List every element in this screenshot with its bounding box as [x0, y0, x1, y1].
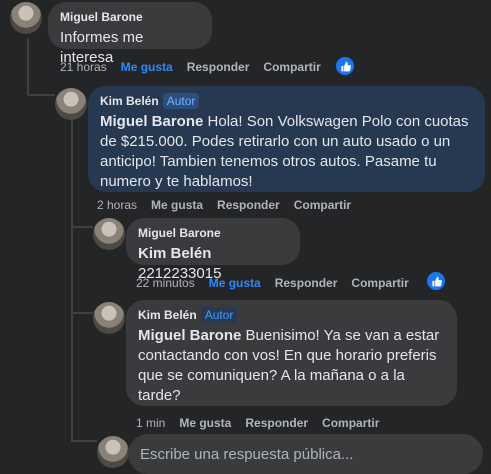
share-button[interactable]: Compartir: [351, 276, 408, 290]
comment-time[interactable]: 1 min: [136, 416, 165, 430]
comment-bubble: Kim Belén Autor Miguel Barone Buenisimo! …: [126, 300, 457, 406]
reaction-badge[interactable]: [334, 55, 356, 77]
comment-time[interactable]: 22 minutos: [136, 276, 195, 290]
share-button[interactable]: Compartir: [322, 416, 379, 430]
comment-actions: 22 minutos Me gusta Responder Compartir: [136, 276, 423, 290]
like-button[interactable]: Me gusta: [151, 198, 203, 212]
mention-link[interactable]: Miguel Barone: [138, 327, 241, 344]
mention-link[interactable]: Kim Belén: [138, 245, 211, 262]
comment-time[interactable]: 21 horas: [60, 60, 107, 74]
comment-author[interactable]: Miguel Barone: [138, 226, 221, 240]
reaction-badge[interactable]: [425, 270, 447, 292]
avatar[interactable]: [10, 2, 42, 34]
reply-button[interactable]: Responder: [245, 416, 308, 430]
thumbs-up-icon: [431, 276, 442, 286]
mention-link[interactable]: Miguel Barone: [100, 113, 203, 130]
reply-button[interactable]: Responder: [217, 198, 280, 212]
comment-actions: 1 min Me gusta Responder Compartir: [136, 416, 393, 430]
thread-line: [71, 226, 93, 228]
avatar[interactable]: [93, 218, 125, 250]
thread-line: [71, 440, 97, 442]
thread-line: [27, 38, 29, 94]
avatar[interactable]: [93, 302, 125, 334]
comment-bubble: Miguel Barone Informes me interesa: [48, 2, 212, 66]
reply-button[interactable]: Responder: [187, 60, 250, 74]
thread-line: [27, 94, 55, 96]
comment-actions: 2 horas Me gusta Responder Compartir: [97, 198, 365, 212]
comment-author[interactable]: Miguel Barone: [60, 10, 143, 24]
comment-author[interactable]: Kim Belén: [138, 308, 197, 322]
author-badge: Autor: [162, 93, 200, 109]
like-button[interactable]: Me gusta: [179, 416, 231, 430]
avatar[interactable]: [55, 88, 87, 120]
comment-text: Miguel Barone Buenisimo! Ya se van a est…: [138, 326, 445, 406]
thread-line: [71, 120, 73, 440]
comment-bubble: Kim Belén Autor Miguel Barone Hola! Son V…: [88, 86, 485, 192]
like-button[interactable]: Me gusta: [209, 276, 261, 290]
comment-actions: 21 horas Me gusta Responder Compartir: [60, 60, 335, 74]
comment-time[interactable]: 2 horas: [97, 198, 137, 212]
avatar: [97, 436, 129, 468]
comment-author[interactable]: Kim Belén: [100, 94, 159, 108]
share-button[interactable]: Compartir: [294, 198, 351, 212]
author-badge: Autor: [200, 307, 238, 323]
comment-bubble: Miguel Barone Kim Belén 2212233015: [126, 218, 300, 282]
reply-input[interactable]: [128, 434, 483, 474]
reply-button[interactable]: Responder: [275, 276, 338, 290]
like-button[interactable]: Me gusta: [121, 60, 173, 74]
share-button[interactable]: Compartir: [263, 60, 320, 74]
thread-line: [71, 312, 93, 314]
thumbs-up-icon: [340, 61, 351, 71]
comment-text: Miguel Barone Hola! Son Volkswagen Polo …: [100, 112, 473, 192]
